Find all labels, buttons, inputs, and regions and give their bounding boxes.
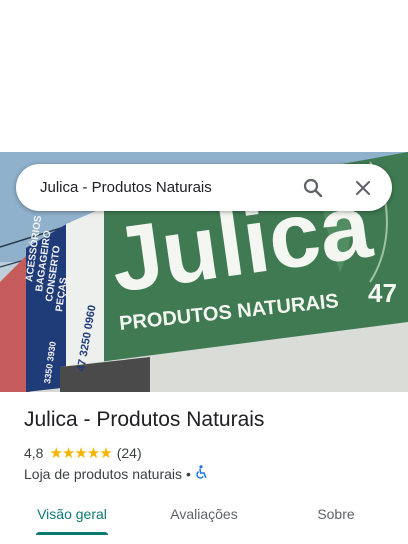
place-name: Julica - Produtos Naturais xyxy=(24,408,265,431)
review-count: (24) xyxy=(116,445,142,461)
rating-row[interactable]: 4,8 ★★★★★ (24) xyxy=(24,444,142,462)
wheelchair-icon xyxy=(195,465,208,482)
rating-value: 4,8 xyxy=(24,445,44,461)
place-category: Loja de produtos naturais xyxy=(24,465,182,482)
place-tabs: Visão geral Avaliações Sobre xyxy=(0,494,408,538)
sign-phone-text: 47 xyxy=(368,278,397,308)
separator: • xyxy=(186,465,191,482)
category-row: Loja de produtos naturais • xyxy=(24,465,208,482)
search-icon[interactable] xyxy=(301,176,325,200)
star-rating-icon: ★★★★★ xyxy=(49,445,112,462)
tab-reviews[interactable]: Avaliações xyxy=(156,494,252,534)
search-bar xyxy=(16,164,392,211)
active-tab-indicator xyxy=(36,532,108,535)
close-icon[interactable] xyxy=(351,176,375,200)
search-input[interactable] xyxy=(40,179,301,196)
tab-about[interactable]: Sobre xyxy=(288,494,384,534)
tab-overview[interactable]: Visão geral xyxy=(24,494,120,534)
